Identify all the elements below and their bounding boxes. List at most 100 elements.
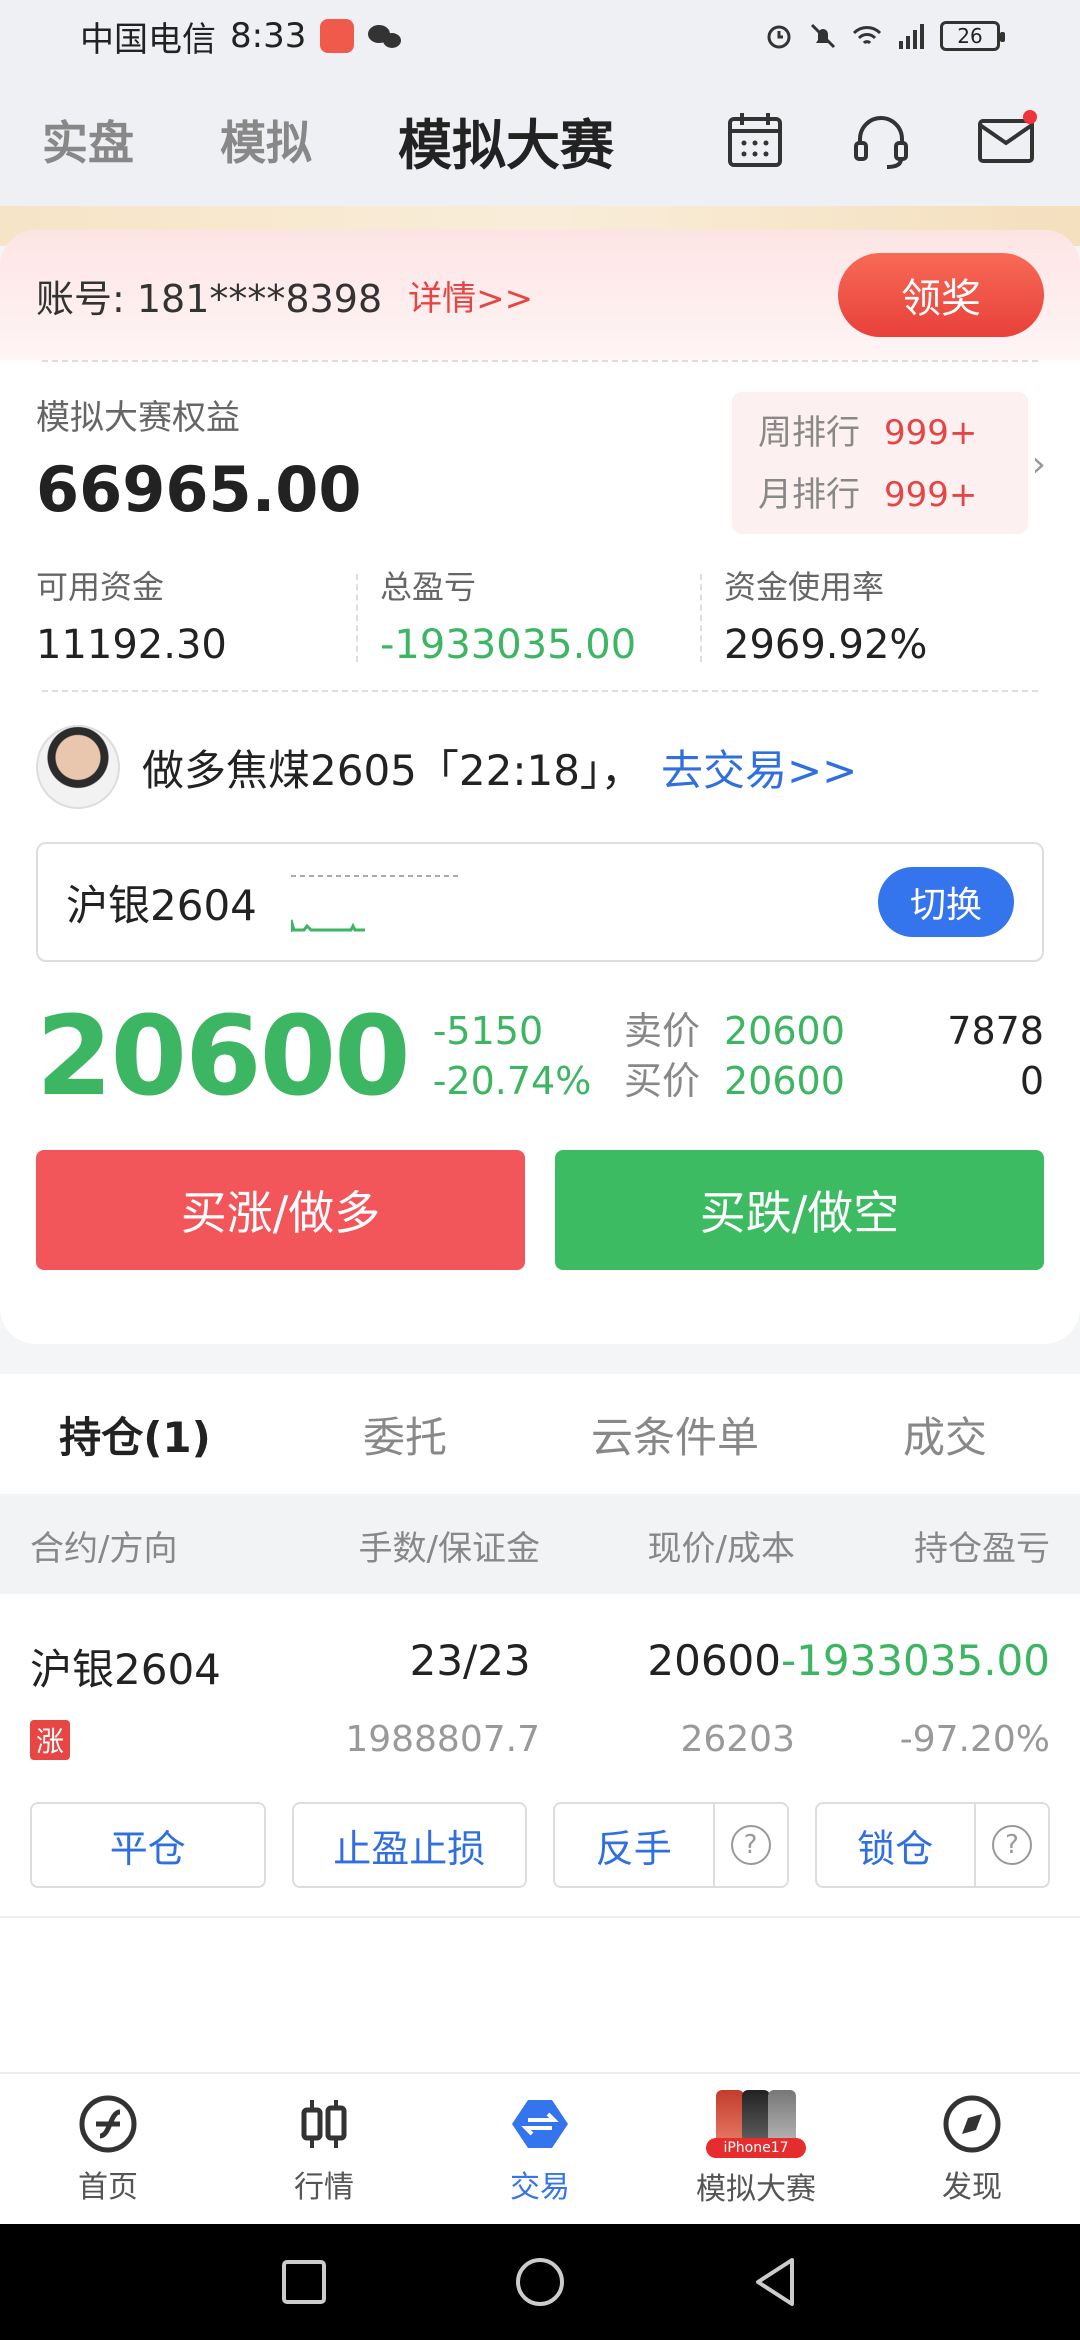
position-cost: 26203 — [680, 1719, 795, 1760]
headset-icon[interactable] — [850, 109, 912, 171]
ask-label: 卖价 — [624, 1009, 701, 1053]
bid-qty: 0 — [1019, 1059, 1044, 1103]
nav-label: 交易 — [510, 2170, 570, 2205]
equity-section: 模拟大赛权益 66965.00 周排行 999+ 月排行 999+ › — [0, 362, 1080, 562]
carrier-label: 中国电信 — [80, 19, 216, 60]
go-trade-link[interactable]: 去交易>> — [661, 737, 857, 798]
sell-short-button[interactable]: 买跌/做空 — [555, 1150, 1044, 1270]
tab-fills[interactable]: 成交 — [810, 1404, 1080, 1465]
lock-position-button[interactable]: 锁仓 — [817, 1818, 975, 1873]
alarm-icon — [767, 25, 791, 49]
avatar — [36, 725, 120, 809]
empty-area — [0, 1918, 1080, 2072]
month-rank-label: 月排行 — [758, 475, 860, 515]
mini-chart — [290, 875, 461, 932]
switch-instrument-button[interactable]: 切换 — [878, 867, 1014, 937]
position-price: 20600 — [647, 1636, 781, 1685]
col-pnl: 持仓盈亏 — [914, 1528, 1050, 1569]
close-position-button[interactable]: 平仓 — [30, 1802, 266, 1888]
promo-badge: iPhone17 — [706, 2138, 806, 2158]
order-book: 卖价 20600 7878 买价 20600 0 — [624, 1006, 1044, 1106]
position-actions: 平仓 止盈止损 反手 ? 锁仓 ? — [0, 1802, 1080, 1888]
mail-icon[interactable] — [976, 109, 1038, 171]
iphone-promo-icon: iPhone17 — [706, 2090, 806, 2158]
price-change: -5150 -20.74% — [433, 1006, 592, 1106]
week-rank-label: 周排行 — [758, 413, 860, 453]
trade-promo: 做多焦煤2605「22:18」， 去交易>> — [0, 692, 1080, 842]
nav-home[interactable]: 首页 — [0, 2074, 216, 2224]
nav-trade[interactable]: 交易 — [432, 2074, 648, 2224]
tab-conditional-orders[interactable]: 云条件单 — [540, 1404, 810, 1465]
ranking-box[interactable]: 周排行 999+ 月排行 999+ — [732, 392, 1028, 534]
position-pnl-percent: -97.20% — [899, 1719, 1050, 1760]
week-rank-value: 999+ — [884, 413, 978, 453]
top-nav: 实盘 模拟 模拟大赛 — [0, 72, 1080, 208]
reverse-button[interactable]: 反手 — [555, 1818, 713, 1873]
tab-positions[interactable]: 持仓(1) — [0, 1404, 270, 1509]
signal-icon — [899, 24, 924, 49]
system-nav-bar — [0, 2224, 1080, 2340]
compass-icon — [943, 2095, 1001, 2153]
stat-value: 11192.30 — [36, 622, 227, 668]
wechat-icon — [368, 21, 404, 51]
ask-price: 20600 — [724, 1009, 845, 1053]
nav-discover[interactable]: 发现 — [864, 2074, 1080, 2224]
tab-sim[interactable]: 模拟 — [220, 107, 312, 173]
change-amount: -5150 — [432, 1009, 544, 1053]
nav-label: 首页 — [78, 2170, 138, 2205]
account-stats: 可用资金 11192.30 总盈亏 -1933035.00 资金使用率 2969… — [0, 562, 1080, 690]
account-number: 账号: 181****8398 — [36, 276, 383, 321]
table-row[interactable]: 沪银2604 23/23 20600 -1933035.00 涨 1988807… — [0, 1594, 1080, 1918]
col-contract: 合约/方向 — [30, 1528, 178, 1569]
stat-label: 可用资金 — [36, 568, 165, 606]
position-pnl: -1933035.00 — [780, 1636, 1050, 1685]
promo-text: 做多焦煤2605「22:18」， — [142, 745, 643, 795]
contest-card: 账号: 181****8398 详情>> 领奖 模拟大赛权益 66965.00 … — [0, 230, 1080, 1344]
chevron-right-icon[interactable]: › — [1032, 444, 1046, 485]
bottom-nav: 首页 行情 交易 iPhone17 模拟大赛 发现 — [0, 2072, 1080, 2224]
month-rank-value: 999+ — [884, 475, 978, 515]
reverse-button-group: 反手 ? — [553, 1802, 789, 1888]
help-icon[interactable]: ? — [992, 1825, 1032, 1865]
nav-label: 发现 — [942, 2170, 1002, 2205]
tab-real[interactable]: 实盘 — [42, 107, 134, 173]
position-margin: 1988807.7 — [345, 1719, 540, 1760]
total-pnl: 总盈亏 -1933035.00 — [356, 562, 700, 690]
lock-button-group: 锁仓 ? — [814, 1802, 1050, 1888]
nav-market[interactable]: 行情 — [216, 2074, 432, 2224]
candlestick-icon — [301, 2100, 347, 2148]
nav-label: 模拟大赛 — [696, 2172, 816, 2207]
stat-label: 总盈亏 — [380, 568, 477, 606]
position-tabs: 持仓(1) 委托 云条件单 成交 — [0, 1374, 1080, 1509]
home-icon — [79, 2095, 137, 2153]
mute-bell-icon — [810, 23, 836, 49]
status-bar: 中国电信 8:33 26 — [0, 0, 1080, 72]
battery-icon: 26 — [940, 21, 1005, 51]
tab-contest[interactable]: 模拟大赛 — [398, 101, 614, 180]
clock: 8:33 — [230, 16, 307, 56]
last-price: 20600 — [36, 992, 411, 1120]
trade-actions: 买涨/做多 买跌/做空 — [0, 1150, 1080, 1270]
instrument-selector: 沪银2604 切换 — [36, 842, 1044, 962]
buy-long-button[interactable]: 买涨/做多 — [36, 1150, 525, 1270]
account-detail-link[interactable]: 详情>> — [408, 271, 533, 320]
tab-orders[interactable]: 委托 — [270, 1404, 540, 1465]
stat-value: -1933035.00 — [380, 622, 637, 668]
nav-contest[interactable]: iPhone17 模拟大赛 — [648, 2074, 864, 2224]
col-price-cost: 现价/成本 — [647, 1528, 795, 1569]
take-profit-stop-loss-button[interactable]: 止盈止损 — [291, 1802, 527, 1888]
nav-label: 行情 — [294, 2170, 354, 2205]
account-bar: 账号: 181****8398 详情>> 领奖 — [0, 230, 1080, 360]
back-icon[interactable] — [748, 2254, 804, 2310]
change-percent: -20.74% — [432, 1059, 592, 1103]
app-notification-icon — [320, 19, 355, 53]
claim-prize-button[interactable]: 领奖 — [838, 253, 1044, 337]
home-circle-icon[interactable] — [512, 2254, 568, 2310]
direction-tag: 涨 — [30, 1720, 70, 1760]
stat-label: 资金使用率 — [724, 568, 885, 606]
calendar-icon[interactable] — [724, 109, 786, 171]
help-icon[interactable]: ? — [730, 1825, 771, 1865]
wifi-icon — [852, 26, 882, 45]
recents-icon[interactable] — [276, 2254, 332, 2310]
bid-label: 买价 — [624, 1059, 701, 1103]
